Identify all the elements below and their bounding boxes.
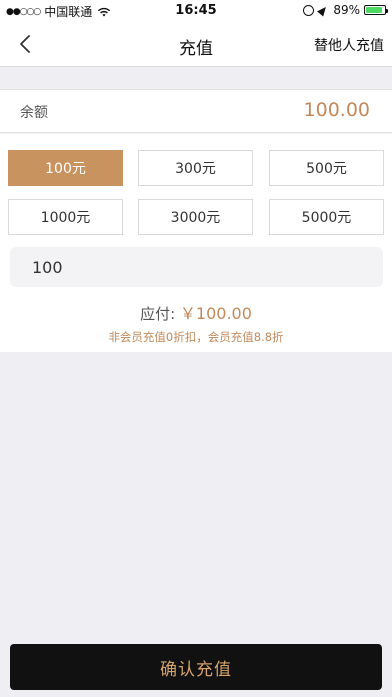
custom-amount-input[interactable] xyxy=(10,247,383,287)
balance-label: 余额 xyxy=(20,105,48,121)
amount-option-3000[interactable]: 3000元 xyxy=(138,199,253,235)
status-bar: ●●○○○ 中国联通 16:45 89% xyxy=(0,0,392,22)
payment-label: 应付: xyxy=(140,305,176,323)
recharge-for-others-button[interactable]: 替他人充值 xyxy=(314,35,384,55)
battery-icon xyxy=(364,5,388,15)
battery-percent: 89% xyxy=(333,3,360,17)
balance-row: 余额 100.00 xyxy=(0,89,392,133)
amount-option-500[interactable]: 500元 xyxy=(269,150,384,186)
battery-tip xyxy=(386,8,388,13)
battery-fill xyxy=(366,7,382,13)
rotation-lock-icon xyxy=(303,4,315,16)
payment-line: 应付: ￥100.00 xyxy=(0,300,392,324)
amount-option-5000[interactable]: 5000元 xyxy=(269,199,384,235)
balance-value: 100.00 xyxy=(303,99,370,121)
location-arrow-icon xyxy=(317,3,330,17)
confirm-recharge-button[interactable]: 确认充值 xyxy=(10,644,382,690)
discount-note: 非会员充值0折扣，会员充值8.8折 xyxy=(108,330,284,344)
amount-option-100[interactable]: 100元 xyxy=(8,150,123,186)
payment-value: ￥100.00 xyxy=(179,304,252,323)
amount-option-1000[interactable]: 1000元 xyxy=(8,199,123,235)
recharge-panel: 100元 300元 500元 1000元 3000元 5000元 应付: ￥10… xyxy=(0,134,392,352)
status-right: 89% xyxy=(303,3,388,17)
nav-bar: 充值 替他人充值 xyxy=(0,22,392,67)
amount-option-300[interactable]: 300元 xyxy=(138,150,253,186)
